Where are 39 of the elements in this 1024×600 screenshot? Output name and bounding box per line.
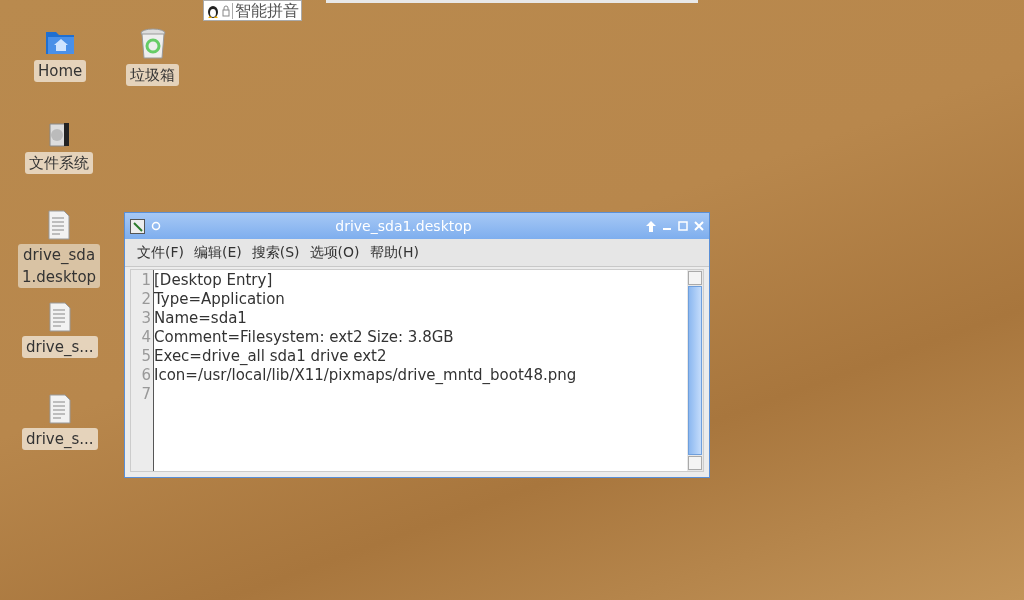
line-number: 4 [141, 328, 151, 347]
text-line: Name=sda1 [154, 309, 248, 328]
text-line: Type=Application [154, 290, 286, 309]
input-method-label: 智能拼音 [232, 2, 299, 19]
drive-icon [46, 120, 72, 148]
close-icon[interactable] [694, 221, 704, 231]
text-line: Comment=Filesystem: ext2 Size: 3.8GB [154, 328, 455, 347]
text-line: Icon=/usr/local/lib/X11/pixmaps/drive_mntd_boot48.png [154, 366, 578, 385]
pin-icon[interactable] [151, 221, 161, 231]
menu-item[interactable]: 搜索(S) [251, 242, 300, 263]
trash-icon [138, 28, 167, 60]
window-title: drive_sda1.desktop [334, 216, 473, 236]
scrollbar[interactable] [687, 270, 703, 471]
desktop-icon-label[interactable]: 垃圾箱 [126, 64, 179, 86]
line-number: 3 [141, 309, 151, 328]
line-number: 2 [141, 290, 151, 309]
line-number: 5 [141, 347, 151, 366]
line-number: 7 [141, 385, 151, 404]
desktop-icon-label[interactable]: drive_s... [22, 428, 98, 450]
desktop-icon-label[interactable]: 文件系统 [25, 152, 93, 174]
menu-item[interactable]: 选项(O) [309, 242, 360, 263]
text-file-icon [47, 394, 72, 424]
desktop-icon-label[interactable]: drive_sda 1.desktop [18, 244, 101, 288]
input-method-indicator[interactable]: 智能拼音 [203, 0, 302, 21]
menu-item[interactable]: 文件(F) [137, 242, 184, 263]
desktop-icon-label[interactable]: drive_s... [22, 336, 98, 358]
menu-item[interactable]: 编辑(E) [194, 242, 242, 263]
desktop-icon-label[interactable]: Home [34, 60, 87, 82]
arrow-up-icon[interactable] [646, 220, 656, 232]
text-file-icon [47, 210, 72, 240]
editor-app-icon [130, 218, 145, 234]
maximize-icon[interactable] [678, 221, 688, 231]
line-number: 1 [141, 271, 151, 290]
lock-icon [222, 4, 230, 17]
text-line: Exec=drive_all sda1 drive ext2 [154, 347, 388, 366]
text-line: [Desktop Entry] [154, 271, 274, 290]
menu-item[interactable]: 帮助(H) [369, 242, 419, 263]
text-file-icon [47, 302, 72, 332]
line-number: 6 [141, 366, 151, 385]
